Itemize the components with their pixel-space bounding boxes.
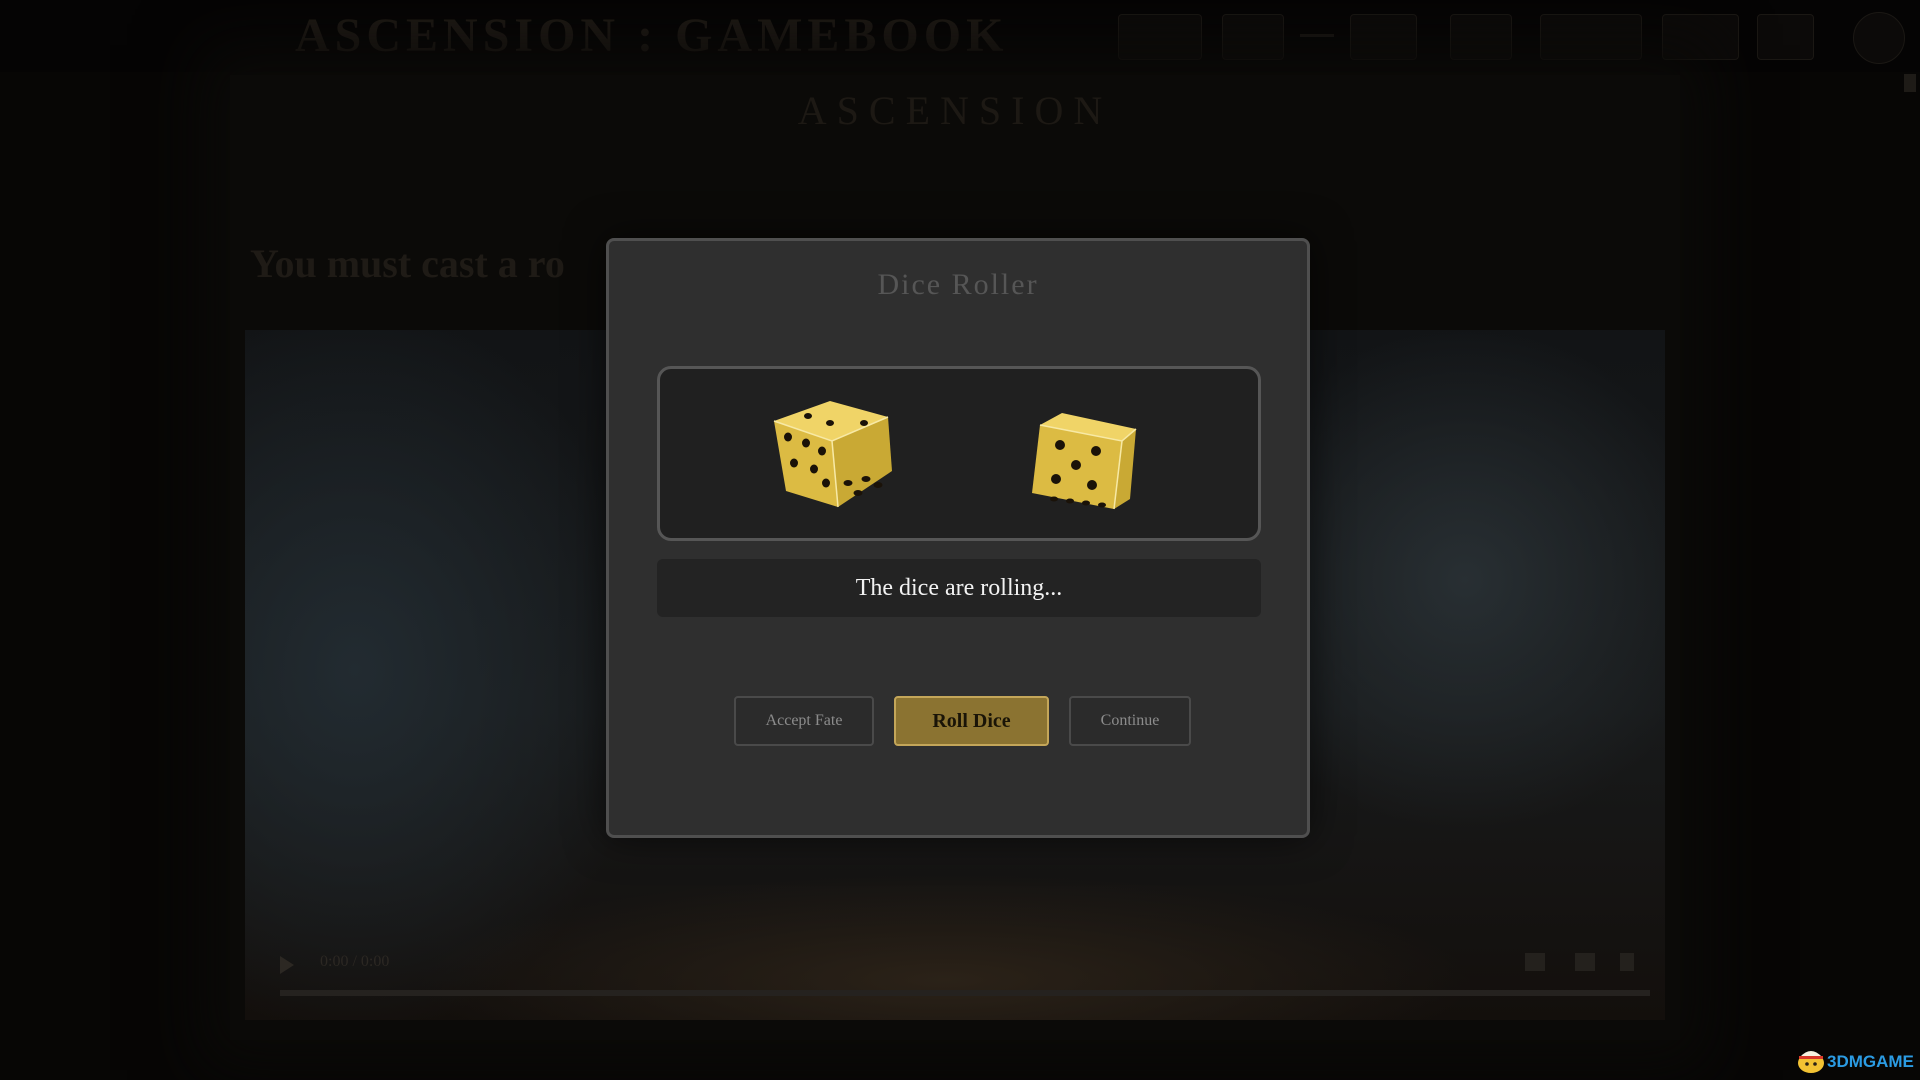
video-time: 0:00 / 0:00	[320, 953, 390, 970]
video-controls: 0:00 / 0:00	[280, 950, 1650, 996]
scroll-handle-icon	[1904, 74, 1916, 92]
accept-fate-button[interactable]: Accept Fate	[734, 696, 874, 746]
watermark: 3DMGAME	[1795, 1045, 1917, 1077]
nav-button-3[interactable]	[1350, 14, 1417, 60]
watermark-text: 3DMGAME	[1827, 1052, 1914, 1071]
avatar[interactable]	[1853, 12, 1905, 64]
roll-dice-button[interactable]: Roll Dice	[894, 696, 1049, 746]
nav-button-4[interactable]	[1450, 14, 1512, 60]
play-icon[interactable]	[280, 956, 294, 974]
die-2	[1026, 411, 1144, 526]
page-heading: ASCENSION	[797, 88, 1113, 133]
dice-roller-modal: Dice Roller The dice are rolling... Acce…	[606, 238, 1310, 838]
modal-title: Dice Roller	[877, 268, 1039, 301]
die-1-icon	[773, 401, 892, 508]
dice-display	[657, 366, 1261, 541]
video-progress-track[interactable]	[280, 990, 1650, 996]
nav-button-6[interactable]	[1662, 14, 1739, 60]
game-title: ASCENSION : GAMEBOOK	[295, 9, 1009, 62]
nav-button-2[interactable]	[1222, 14, 1284, 60]
watermark-logo-icon	[1798, 1051, 1824, 1073]
nav-button-5[interactable]	[1540, 14, 1642, 60]
continue-button[interactable]: Continue	[1069, 696, 1191, 746]
fullscreen-icon[interactable]	[1620, 953, 1634, 971]
nav-button-1[interactable]	[1118, 14, 1202, 60]
nav-separator	[1300, 34, 1334, 37]
settings-icon[interactable]	[1575, 953, 1595, 971]
die-1	[766, 399, 896, 519]
story-text: You must cast a ro	[250, 241, 565, 286]
roll-status-text: The dice are rolling...	[657, 559, 1261, 617]
die-2-icon	[1032, 413, 1137, 510]
top-navigation-bar: ASCENSION : GAMEBOOK	[0, 0, 1920, 72]
nav-button-7[interactable]	[1757, 14, 1814, 60]
volume-icon[interactable]	[1525, 953, 1545, 971]
